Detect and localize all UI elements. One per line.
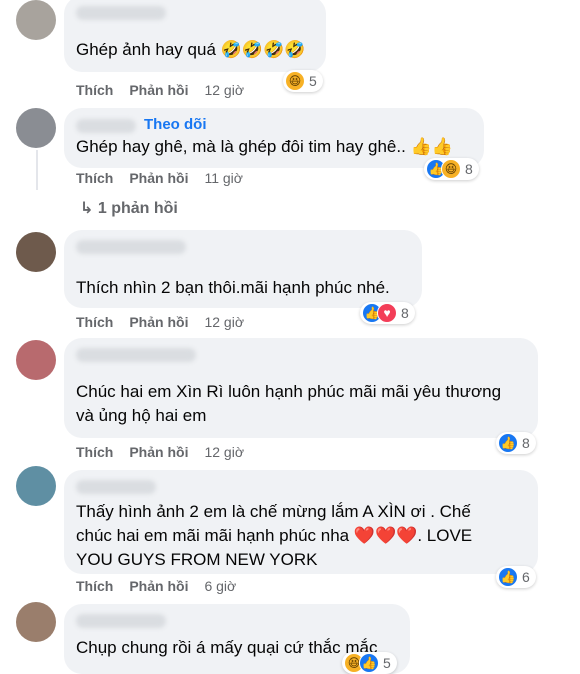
timestamp[interactable]: 12 giờ [204,444,244,460]
timestamp[interactable]: 6 giờ [204,578,236,594]
comment-bubble: Ghép ảnh hay quá 🤣🤣🤣🤣 [64,0,326,72]
reaction-summary[interactable]: 👍 😆 8 [424,158,479,180]
reply-button[interactable]: Phản hồi [129,578,188,594]
commenter-name[interactable] [76,240,186,254]
like-button[interactable]: Thích [76,170,113,186]
comment-bubble: Thích nhìn 2 bạn thôi.mãi hạnh phúc nhé. [64,230,422,308]
comment-bubble: Thấy hình ảnh 2 em là chế mừng lắm A XÌN… [64,470,538,574]
like-button[interactable]: Thích [76,578,113,594]
avatar[interactable] [16,232,56,272]
comment-text: Ghép hay ghê, mà là ghép đôi tim hay ghê… [76,137,453,156]
avatar[interactable] [16,108,56,148]
like-button[interactable]: Thích [76,82,113,98]
reaction-summary[interactable]: 😆 👍 5 [342,652,397,674]
reply-button[interactable]: Phản hồi [129,170,188,186]
reaction-count: 8 [465,161,473,177]
avatar[interactable] [16,602,56,642]
avatar[interactable] [16,466,56,506]
comment-actions: Thích Phản hồi 11 giờ [76,170,243,186]
avatar[interactable] [16,340,56,380]
comment-actions: Thích Phản hồi 12 giờ [76,314,244,330]
comment-text: Ghép ảnh hay quá 🤣🤣🤣🤣 [76,40,306,59]
commenter-name[interactable] [76,480,156,494]
like-reaction-icon: 👍 [359,653,379,673]
timestamp[interactable]: 12 giờ [204,314,244,330]
reaction-count: 5 [309,73,317,89]
avatar[interactable] [16,0,56,40]
comment-text: Thích nhìn 2 bạn thôi.mãi hạnh phúc nhé. [76,278,390,297]
comment-bubble: Chúc hai em Xìn Rì luôn hạnh phúc mãi mã… [64,338,538,438]
like-reaction-icon: 👍 [498,567,518,587]
like-reaction-icon: 👍 [498,433,518,453]
like-button[interactable]: Thích [76,444,113,460]
comment-actions: Thích Phản hồi 12 giờ [76,82,244,98]
comment-text: Thấy hình ảnh 2 em là chế mừng lắm A XÌN… [76,502,473,569]
reply-button[interactable]: Phản hồi [129,314,188,330]
timestamp[interactable]: 11 giờ [204,170,243,186]
commenter-name[interactable] [76,118,136,133]
reply-button[interactable]: Phản hồi [129,444,188,460]
haha-reaction-icon: 😆 [441,159,461,179]
haha-reaction-icon: 😆 [285,71,305,91]
reaction-summary[interactable]: 😆 5 [283,70,323,92]
reaction-count: 8 [522,435,530,451]
commenter-name[interactable] [76,614,166,628]
timestamp[interactable]: 12 giờ [204,82,244,98]
love-reaction-icon: ♥ [377,303,397,323]
commenter-name[interactable] [76,348,196,362]
comment-bubble: Theo dõi Ghép hay ghê, mà là ghép đôi ti… [64,108,484,168]
follow-link[interactable]: Theo dõi [144,116,207,133]
reaction-summary[interactable]: 👍 8 [496,432,536,454]
commenter-name[interactable] [76,6,166,20]
reaction-summary[interactable]: 👍 6 [496,566,536,588]
comment-text: Chúc hai em Xìn Rì luôn hạnh phúc mãi mã… [76,382,502,425]
reply-button[interactable]: Phản hồi [129,82,188,98]
reaction-summary[interactable]: 👍 ♥ 8 [360,302,415,324]
comment-actions: Thích Phản hồi 12 giờ [76,444,244,460]
thread-line [36,150,38,190]
reaction-count: 8 [401,305,409,321]
like-button[interactable]: Thích [76,314,113,330]
reaction-count: 5 [383,655,391,671]
reaction-count: 6 [522,569,530,585]
view-replies-link[interactable]: ↳ 1 phản hồi [80,198,178,218]
comment-actions: Thích Phản hồi 6 giờ [76,578,236,594]
